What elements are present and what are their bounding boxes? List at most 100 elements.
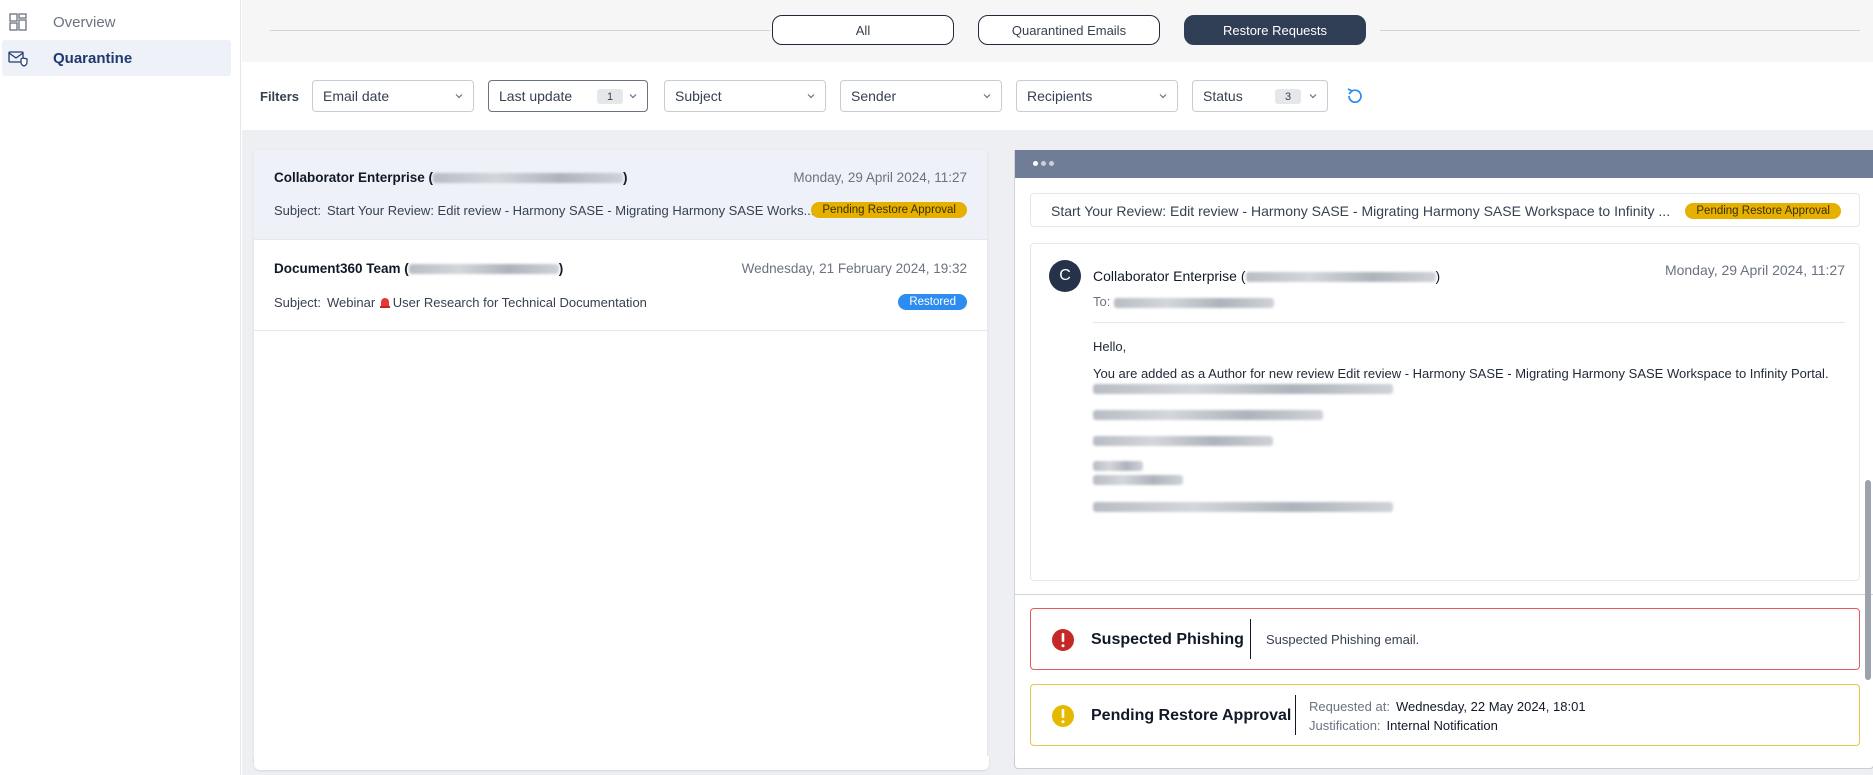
error-icon (1052, 629, 1074, 651)
filter-last-update[interactable]: Last update 1 (488, 80, 648, 112)
list-item[interactable]: Document360 Team () Wednesday, 21 Februa… (254, 241, 987, 331)
preview-mail-card: C Collaborator Enterprise () Monday, 29 … (1030, 243, 1860, 581)
tabs-bar: All Quarantined Emails Restore Requests (242, 0, 1873, 62)
chevron-down-icon (455, 94, 463, 99)
sender-name: Collaborator Enterprise (274, 170, 425, 185)
preview-header-bar (1015, 150, 1873, 178)
avatar: C (1049, 260, 1081, 292)
refresh-icon[interactable] (1344, 85, 1366, 107)
email-sender: Collaborator Enterprise () (274, 170, 628, 185)
pending-approval-alert: Pending Restore Approval Requested at: We… (1030, 684, 1860, 746)
tab-all[interactable]: All (772, 15, 954, 45)
tab-quarantined-emails[interactable]: Quarantined Emails (978, 15, 1160, 45)
divider (1015, 594, 1873, 595)
to-label: To: (1093, 294, 1111, 309)
filter-status[interactable]: Status 3 (1192, 80, 1328, 112)
status-badge: Restored (898, 294, 967, 310)
sidebar-item-label: Quarantine (53, 49, 133, 67)
list-item[interactable]: Collaborator Enterprise () Monday, 29 Ap… (254, 150, 987, 240)
preview-subject: Start Your Review: Edit review - Harmony… (1051, 203, 1671, 219)
email-subject: Subject: Start Your Review: Edit review -… (274, 203, 814, 218)
divider (1295, 695, 1296, 735)
divider (1093, 322, 1845, 323)
filter-label: Last update (499, 88, 573, 104)
alarm-icon (379, 298, 390, 308)
overlay-panel (1014, 756, 1873, 769)
filter-email-date[interactable]: Email date (312, 80, 474, 112)
redacted-email (433, 173, 624, 184)
redacted-text (1093, 460, 1143, 471)
body-line: You are added as a Author for new review… (1093, 366, 1829, 381)
chevron-down-icon (629, 94, 637, 99)
filters-bar: Filters Email date Last update 1 Subject… (242, 62, 1873, 130)
email-date: Wednesday, 21 February 2024, 19:32 (741, 261, 967, 276)
preview-date: Monday, 29 April 2024, 11:27 (1664, 262, 1845, 278)
chevron-down-icon (1159, 94, 1167, 99)
alert-title: Suspected Phishing (1091, 631, 1244, 648)
from-name: Collaborator Enterprise (1093, 268, 1237, 284)
redacted-text (1093, 474, 1183, 485)
preview-subject-card: Start Your Review: Edit review - Harmony… (1030, 193, 1860, 227)
sidebar-item-quarantine[interactable]: Quarantine (2, 40, 231, 76)
kv-key: Justification: (1309, 718, 1381, 733)
filter-label: Subject (675, 88, 722, 104)
kv-key: Requested at: (1309, 699, 1390, 714)
filter-count-badge: 1 (597, 89, 623, 104)
alert-description: Suspected Phishing email. (1266, 632, 1420, 647)
redacted-text (1093, 435, 1273, 446)
email-subject: Subject: Webinar User Research for Techni… (274, 295, 647, 310)
subject-key: Subject: (274, 203, 321, 218)
kv-value: Wednesday, 22 May 2024, 18:01 (1395, 699, 1586, 714)
filter-label: Status (1203, 88, 1243, 104)
phishing-alert: Suspected Phishing Suspected Phishing em… (1030, 608, 1860, 670)
subject-text: Start Your Review: Edit review - Harmony… (326, 203, 815, 218)
subject-text: User Research for Technical Documentatio… (392, 295, 647, 310)
alert-title: Pending Restore Approval (1091, 707, 1292, 724)
main-content: All Quarantined Emails Restore Requests … (242, 0, 1873, 775)
chevron-down-icon (807, 94, 815, 99)
sidebar: Overview Quarantine (0, 0, 241, 775)
kv-value: Internal Notification (1386, 718, 1498, 733)
filter-count-badge: 3 (1275, 89, 1301, 104)
subject-prefix: Webinar (326, 295, 376, 310)
subject-key: Subject: (274, 295, 321, 310)
scrollbar[interactable] (1865, 480, 1871, 680)
redacted-text (1093, 383, 1393, 394)
preview-from: Collaborator Enterprise () (1093, 268, 1441, 284)
divider (270, 30, 770, 31)
redacted-email (1245, 272, 1436, 283)
email-list: Collaborator Enterprise () Monday, 29 Ap… (254, 150, 987, 762)
body-greeting: Hello, (1093, 339, 1127, 354)
sidebar-item-overview[interactable]: Overview (2, 4, 231, 40)
redacted-text (1093, 501, 1393, 512)
divider (1380, 30, 1860, 31)
filter-label: Sender (851, 88, 897, 104)
email-sender: Document360 Team () (274, 261, 564, 276)
chevron-down-icon (1309, 94, 1317, 99)
email-date: Monday, 29 April 2024, 11:27 (793, 170, 967, 185)
email-preview: Start Your Review: Edit review - Harmony… (1014, 150, 1873, 762)
divider (1250, 619, 1251, 659)
preview-to: To: (1093, 294, 1274, 309)
dashboard-icon (8, 12, 28, 32)
requested-at: Requested at: Wednesday, 22 May 2024, 18:… (1309, 699, 1586, 714)
warning-icon (1052, 705, 1074, 727)
filter-subject[interactable]: Subject (664, 80, 826, 112)
sender-name: Document360 Team (274, 261, 401, 276)
filter-label: Recipients (1027, 88, 1093, 104)
mail-shield-icon (8, 48, 28, 68)
status-badge: Pending Restore Approval (811, 202, 967, 218)
chevron-down-icon (983, 94, 991, 99)
tab-restore-requests[interactable]: Restore Requests (1184, 15, 1366, 45)
filter-label: Email date (323, 88, 390, 104)
filters-label: Filters (260, 89, 300, 104)
sidebar-item-label: Overview (53, 13, 116, 31)
justification: Justification: Internal Notification (1309, 718, 1498, 733)
status-badge: Pending Restore Approval (1685, 203, 1841, 219)
filter-sender[interactable]: Sender (840, 80, 1002, 112)
redacted-text (1093, 409, 1323, 420)
redacted-email (1113, 297, 1274, 308)
filter-recipients[interactable]: Recipients (1016, 80, 1178, 112)
overlay-panel (254, 756, 989, 770)
pagination-dots[interactable] (1033, 161, 1054, 166)
